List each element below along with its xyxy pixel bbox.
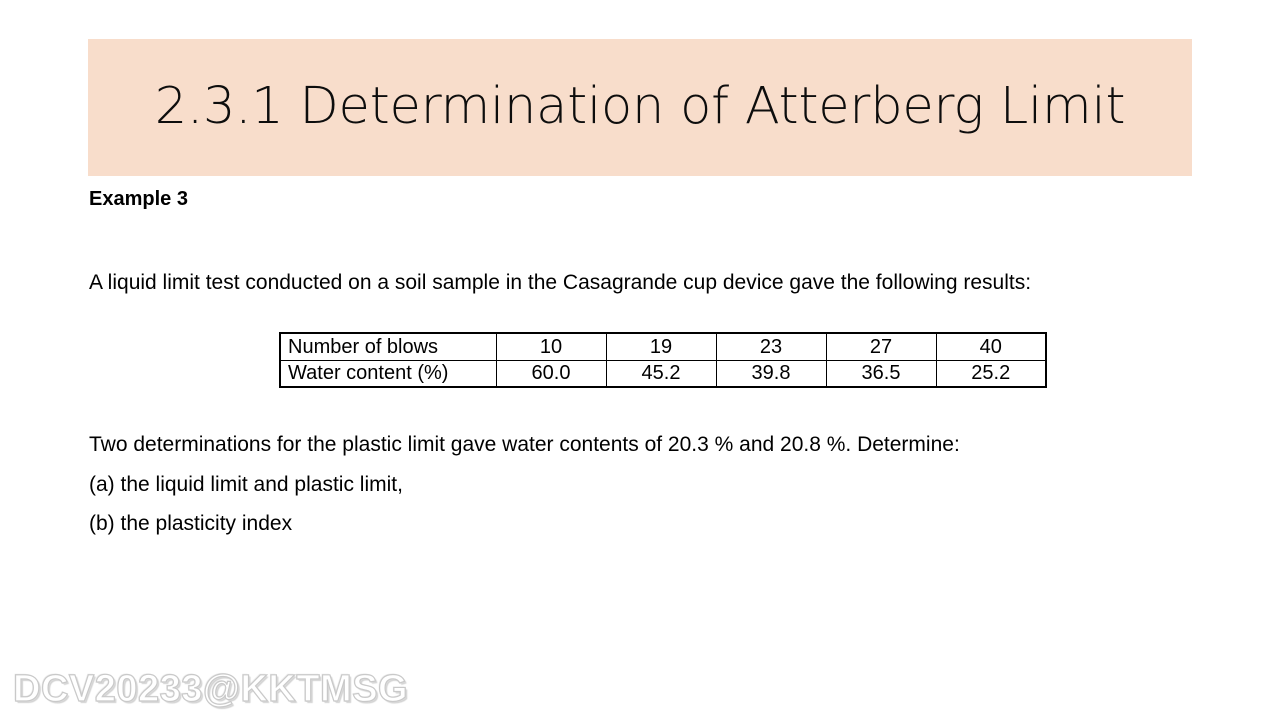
content-area: Example 3 A liquid limit test conducted … xyxy=(89,186,1199,294)
watermark: DCV20233@KKTMSG xyxy=(12,667,409,710)
table-cell: 40 xyxy=(935,332,1047,361)
intro-paragraph: A liquid limit test conducted on a soil … xyxy=(89,271,1032,294)
table-row: Number of blows 10 19 23 27 40 xyxy=(279,332,1047,361)
table-row-label: Number of blows xyxy=(279,332,497,361)
table-cell: 60.0 xyxy=(495,359,607,388)
results-table: Number of blows 10 19 23 27 40 Water con… xyxy=(279,332,1047,388)
table-cell: 23 xyxy=(715,332,827,361)
table-cell: 19 xyxy=(605,332,717,361)
table-cell: 25.2 xyxy=(935,359,1047,388)
table-cell: 10 xyxy=(495,332,607,361)
page-title: 2.3.1 Determination of Atterberg Limit xyxy=(154,77,1126,137)
title-banner: 2.3.1 Determination of Atterberg Limit xyxy=(88,39,1192,176)
table-cell: 27 xyxy=(825,332,937,361)
table-cell: 45.2 xyxy=(605,359,717,388)
question-a: (a) the liquid limit and plastic limit, xyxy=(89,472,403,496)
table-cell: 36.5 xyxy=(825,359,937,388)
table-row: Water content (%) 60.0 45.2 39.8 36.5 25… xyxy=(279,359,1047,388)
questions-block: Two determinations for the plastic limit… xyxy=(89,425,1199,544)
question-b: (b) the plasticity index xyxy=(89,512,293,535)
plastic-limit-paragraph: Two determinations for the plastic limit… xyxy=(89,433,960,456)
table-cell: 39.8 xyxy=(715,359,827,388)
table-row-label: Water content (%) xyxy=(279,359,497,388)
example-label: Example 3 xyxy=(89,188,188,210)
